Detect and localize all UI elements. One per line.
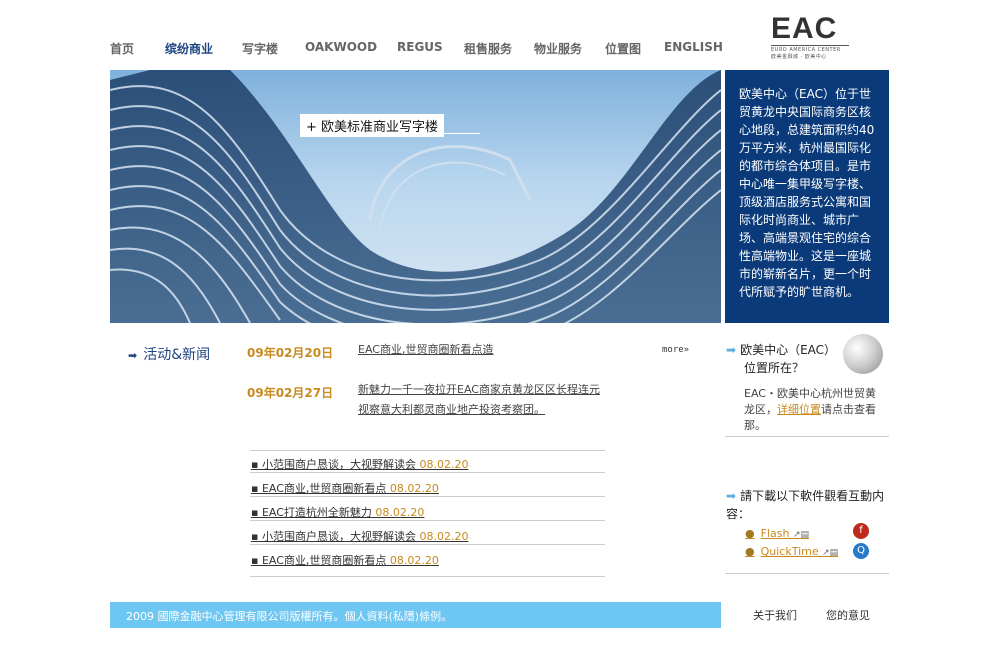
location-question-line2: 位置所在？ xyxy=(744,361,805,375)
nav-office[interactable]: 写字楼 xyxy=(242,40,278,57)
logo-subtitle: EURO AMERICA CENTER xyxy=(771,45,849,53)
download-prompt: ➡ 請下載以下軟件觀看互動内容： xyxy=(726,487,886,523)
hero-image: + 欧美标准商业写字楼 xyxy=(110,70,721,323)
news-list-title: ▪ 小范围商户恳谈，大视野解读会 xyxy=(251,458,416,471)
hero-caption-underline xyxy=(300,133,480,134)
quicktime-label: QuickTime xyxy=(760,545,819,558)
nav-leasing[interactable]: 租售服务 xyxy=(464,40,512,57)
flash-icon[interactable]: f xyxy=(853,523,869,539)
external-link-icon: ↗▤ xyxy=(792,530,809,540)
news-list-item[interactable]: ▪ EAC商业,世贸商圈新看点 08.02.20 xyxy=(251,552,439,568)
nav-home[interactable]: 首页 xyxy=(110,40,134,57)
news-list-item[interactable]: ▪ 小范围商户恳谈，大视野解读会 08.02.20 xyxy=(251,456,468,472)
news-list-title: ▪ EAC打造杭州全新魅力 xyxy=(251,506,372,519)
news-list-item[interactable]: ▪ EAC打造杭州全新魅力 08.02.20 xyxy=(251,504,424,520)
news-list-title: ▪ 小范围商户恳谈，大视野解读会 xyxy=(251,530,416,543)
location-question: ➡ 欧美中心（EAC） xyxy=(726,341,836,359)
news-heading: ➡ 活动&新闻 xyxy=(128,344,210,364)
news-list-date: 08.02.20 xyxy=(389,482,439,495)
news-heading-label: 活动&新闻 xyxy=(143,347,211,363)
bullet-icon: ● xyxy=(745,545,755,558)
quicktime-download-link[interactable]: ● QuickTime ↗▤ xyxy=(745,545,838,558)
logo-subtitle-cn: 欧美金融城 · 欧美中心 xyxy=(771,54,827,60)
news-list-title: ▪ EAC商业,世贸商圈新看点 xyxy=(251,482,387,495)
news-list-date: 08.02.20 xyxy=(375,506,425,519)
nav-regus[interactable]: REGUS xyxy=(397,40,443,54)
external-link-icon: ↗▤ xyxy=(822,548,839,558)
news-list-item[interactable]: ▪ EAC商业,世贸商圈新看点 08.02.20 xyxy=(251,480,439,496)
news-date: 09年02月20日 xyxy=(247,346,334,360)
divider xyxy=(725,436,889,437)
quicktime-icon[interactable]: Q xyxy=(853,543,869,559)
nav-english[interactable]: ENGLISH xyxy=(664,40,723,54)
arrow-right-icon: ➡ xyxy=(726,343,737,357)
intro-panel: 欧美中心（EAC）位于世贸黄龙中央国际商务区核心地段，总建筑面积约40万平方米，… xyxy=(725,70,889,323)
divider xyxy=(250,520,605,521)
news-list-date: 08.02.20 xyxy=(389,554,439,567)
news-list-date: 08.02.20 xyxy=(419,530,469,543)
divider xyxy=(250,496,605,497)
divider xyxy=(725,573,889,574)
location-description: EAC・欧美中心杭州世贸黄龙区，详细位置请点击查看那。 xyxy=(744,386,886,434)
nav-map[interactable]: 位置图 xyxy=(605,40,641,57)
globe-icon xyxy=(843,334,883,374)
arrow-right-icon: ➡ xyxy=(128,349,138,362)
flash-download-link[interactable]: ● Flash ↗▤ xyxy=(745,527,809,540)
footer-link-feedback[interactable]: 您的意见 xyxy=(826,607,870,623)
news-headline[interactable]: EAC商业,世贸商圈新看点造 xyxy=(358,340,618,360)
download-prompt-text: 請下載以下軟件觀看互動内容： xyxy=(726,489,885,521)
location-question-line1: 欧美中心（EAC） xyxy=(740,343,837,357)
nav-commerce[interactable]: 缤纷商业 xyxy=(165,40,213,57)
logo-text: EAC xyxy=(771,12,838,45)
news-headline[interactable]: 新魅力一千一夜拉开EAC商家京黄龙区区长程连元视察意大利都灵商业地产投资考察团。 xyxy=(358,380,608,420)
arrow-right-icon: ➡ xyxy=(726,489,737,503)
intro-text: 欧美中心（EAC）位于世贸黄龙中央国际商务区核心地段，总建筑面积约40万平方米，… xyxy=(739,87,875,299)
divider xyxy=(250,472,605,473)
more-link[interactable]: more» xyxy=(662,345,689,355)
news-list-title: ▪ EAC商业,世贸商圈新看点 xyxy=(251,554,387,567)
news-list-date: 08.02.20 xyxy=(419,458,469,471)
divider xyxy=(250,450,605,451)
eac-logo[interactable]: EAC EURO AMERICA CENTER 欧美金融城 · 欧美中心 xyxy=(771,12,849,60)
footer-bar: 2009 國際金融中心管理有限公司版權所有。個人資料(私隱)條例。 xyxy=(110,602,721,628)
news-list-item[interactable]: ▪ 小范围商户恳谈，大视野解读会 08.02.20 xyxy=(251,528,468,544)
bullet-icon: ● xyxy=(745,527,755,540)
nav-property[interactable]: 物业服务 xyxy=(534,40,582,57)
copyright-text: 2009 國際金融中心管理有限公司版權所有。個人資料(私隱)條例。 xyxy=(126,610,453,623)
flash-label: Flash xyxy=(760,527,790,540)
divider xyxy=(250,544,605,545)
footer-link-about[interactable]: 关于我们 xyxy=(753,607,797,623)
news-date: 09年02月27日 xyxy=(247,386,334,400)
building-illustration xyxy=(110,70,721,323)
location-detail-link[interactable]: 详细位置 xyxy=(777,403,821,416)
nav-oakwood[interactable]: OAKWOOD xyxy=(305,40,377,54)
divider xyxy=(250,576,605,577)
